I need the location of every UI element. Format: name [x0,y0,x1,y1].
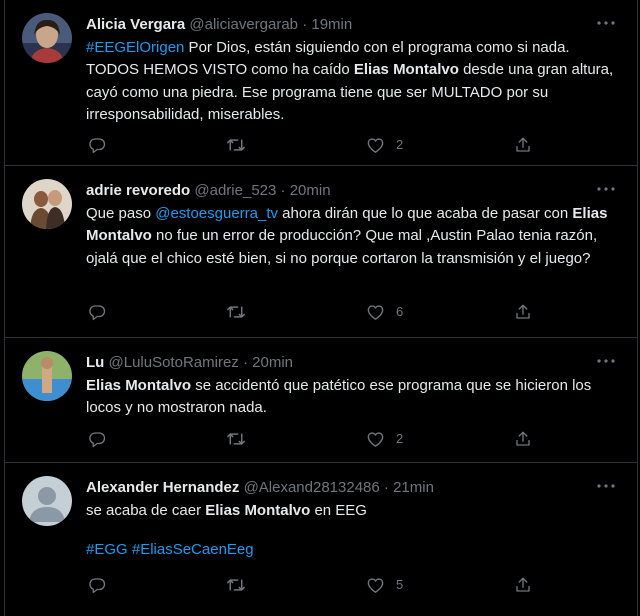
timestamp[interactable]: 20min [290,182,331,199]
tweet-hashtags[interactable]: #EGG #EliasSeCaenEeg [86,539,620,561]
tweet-header: Alicia Vergara @aliciavergarab · 19min [86,14,352,36]
retweet-button[interactable] [226,428,246,450]
tweet-header: Lu @LuluSotoRamirez · 20min [86,352,293,374]
reply-button[interactable] [88,134,106,156]
bold-text: Elias Montalvo [205,502,311,519]
separator-dot: · [242,354,248,371]
user-handle[interactable]: @Alexand28132486 [244,479,380,496]
like-button[interactable]: 6 [366,301,403,323]
retweet-button[interactable] [226,301,246,323]
like-count: 5 [396,577,404,592]
user-handle[interactable]: @aliciavergarab [189,16,298,33]
avatar[interactable] [22,476,72,526]
reply-button[interactable] [88,301,106,323]
like-button[interactable]: 2 [366,428,403,450]
bold-text: Elias Montalvo [353,61,459,79]
user-handle[interactable]: @adrie_523 [194,182,276,199]
like-icon [367,432,384,447]
text-segment: Que paso [86,205,156,222]
separator-dot: · [383,479,389,496]
more-icon[interactable] [594,179,618,199]
display-name[interactable]: Alicia Vergara [86,16,185,33]
reply-button[interactable] [88,574,106,596]
bold-text: Elias Montalvo [86,377,192,394]
timestamp[interactable]: 19min [311,16,352,33]
share-icon [516,577,530,592]
like-button[interactable]: 2 [366,134,403,156]
user-handle[interactable]: @LuluSotoRamirez [109,354,239,371]
like-icon [367,578,384,593]
more-icon[interactable] [594,476,618,496]
separator-dot: · [280,182,286,199]
share-button[interactable] [514,134,532,156]
retweet-icon [227,306,245,318]
like-count: 6 [396,304,404,319]
tweet[interactable]: adrie revoredo @adrie_523 · 20min Que pa… [4,166,638,338]
text-segment: se acaba de caer [86,502,206,519]
avatar[interactable] [22,179,72,229]
reply-icon [89,305,106,321]
more-icon[interactable] [594,351,618,371]
tweet[interactable]: Alexander Hernandez @Alexand28132486 · 2… [4,463,638,616]
like-count: 2 [396,137,404,152]
avatar[interactable] [22,351,72,401]
retweet-icon [227,579,245,591]
tweet[interactable]: Lu @LuluSotoRamirez · 20min Elias Montal… [4,338,638,463]
reply-icon [89,432,106,448]
share-icon [516,304,530,319]
tweet-actions: 2 [86,134,536,156]
timestamp[interactable]: 21min [393,479,434,496]
retweet-button[interactable] [226,134,246,156]
timestamp[interactable]: 20min [252,354,293,371]
display-name[interactable]: Alexander Hernandez [86,479,239,496]
retweet-icon [227,139,245,151]
retweet-icon [227,433,245,445]
separator-dot: · [302,16,308,33]
more-icon[interactable] [594,13,618,33]
avatar[interactable] [22,13,72,63]
mention-link[interactable]: @estoesguerra_tv [155,205,278,222]
like-count: 2 [396,431,404,446]
tweet-header: adrie revoredo @adrie_523 · 20min [86,180,331,202]
reply-button[interactable] [88,428,106,450]
tweet-text: #EEGElOrigen Por Dios, están siguiendo c… [86,37,620,127]
tweet-header: Alexander Hernandez @Alexand28132486 · 2… [86,477,434,499]
hashtag-link[interactable]: #EEGElOrigen [86,39,184,56]
share-button[interactable] [514,301,532,323]
like-button[interactable]: 5 [366,574,403,596]
tweet-text: Elias Montalvo se accidentó que patético… [86,375,620,420]
text-segment: no fue un error de producción? Que mal ,… [86,227,598,267]
reply-icon [89,578,106,594]
share-icon [516,137,530,152]
display-name[interactable]: adrie revoredo [86,182,190,199]
tweet-actions: 5 [86,574,536,596]
tweet[interactable]: Alicia Vergara @aliciavergarab · 19min #… [4,0,638,166]
like-icon [367,305,384,320]
tweet-text: Que paso @estoesguerra_tv ahora dirán qu… [86,203,620,270]
text-segment: en EEG [310,502,367,519]
tweet-actions: 2 [86,428,536,450]
retweet-button[interactable] [226,574,246,596]
share-button[interactable] [514,428,532,450]
share-icon [516,431,530,446]
share-button[interactable] [514,574,532,596]
text-segment: ahora dirán que lo que acaba de pasar co… [278,205,573,222]
tweet-text: se acaba de caer Elias Montalvo en EEG [86,500,620,522]
tweet-actions: 6 [86,301,536,323]
like-icon [367,138,384,153]
reply-icon [89,138,106,154]
display-name[interactable]: Lu [86,354,104,371]
